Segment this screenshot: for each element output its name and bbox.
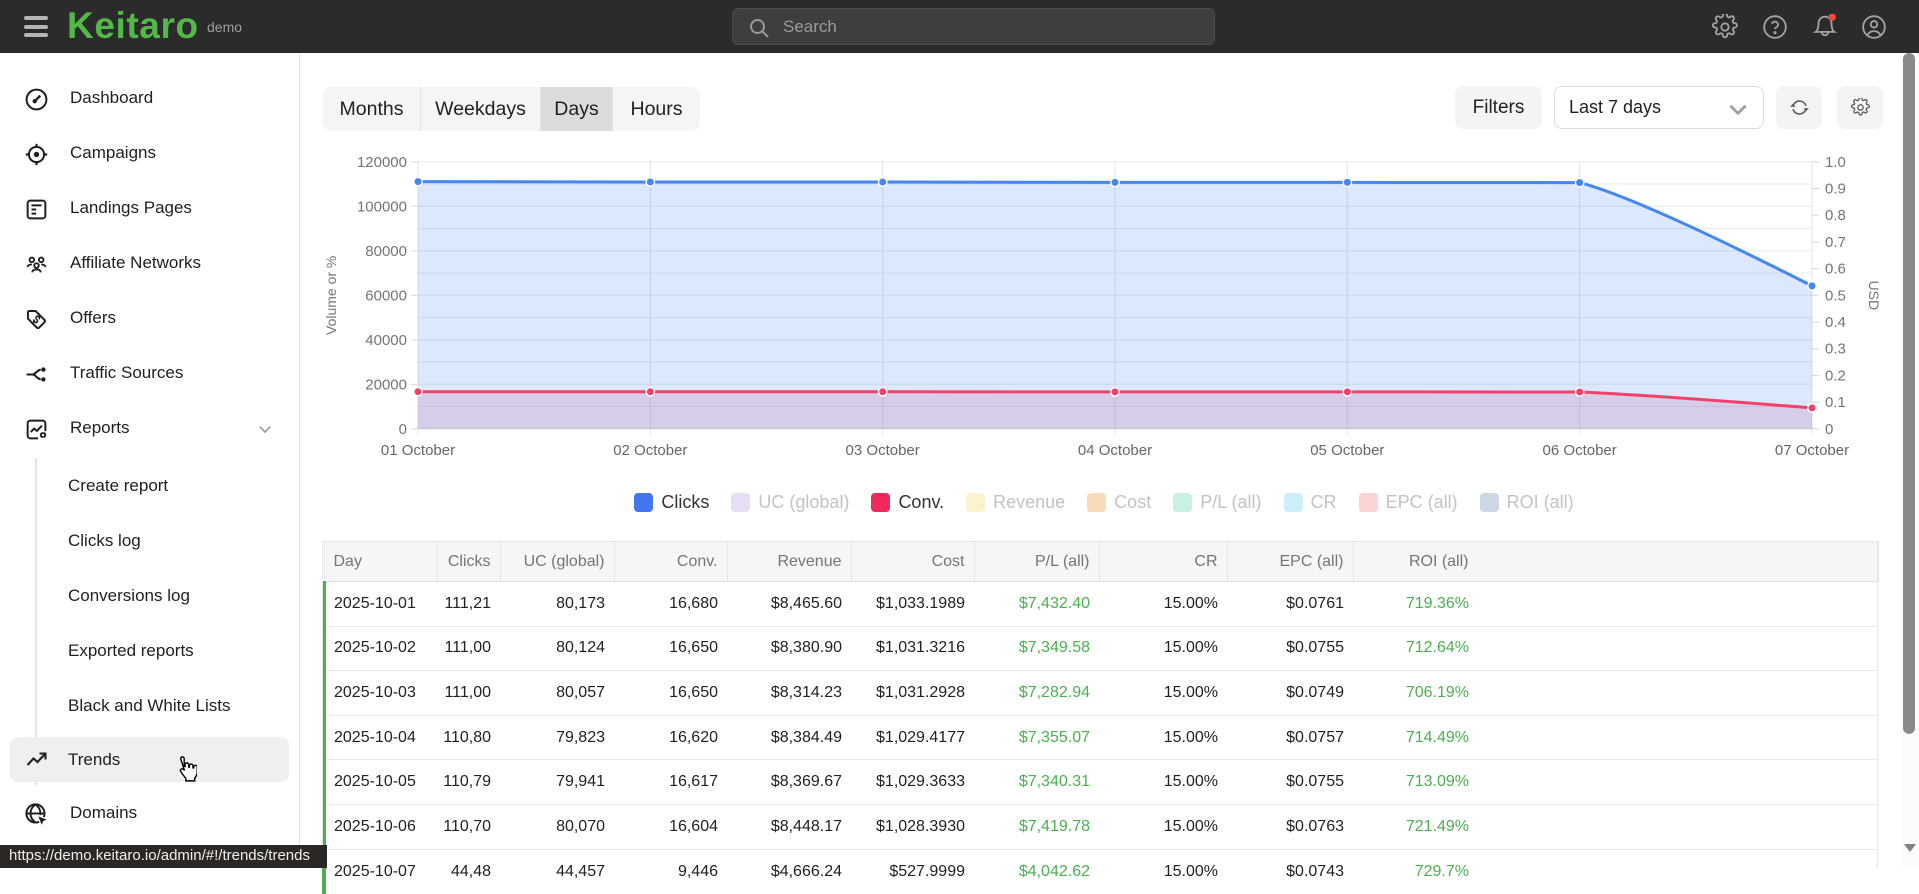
svg-text:40000: 40000 [365,332,407,349]
svg-text:0.6: 0.6 [1825,261,1846,278]
svg-text:20000: 20000 [365,376,407,393]
svg-text:1.0: 1.0 [1825,154,1846,171]
svg-text:60000: 60000 [365,287,407,304]
svg-text:0.2: 0.2 [1825,367,1846,384]
svg-text:0.5: 0.5 [1825,287,1846,304]
svg-text:0: 0 [1825,421,1833,438]
svg-text:06 October: 06 October [1543,442,1617,459]
svg-text:02 October: 02 October [613,442,687,459]
svg-text:USD: USD [1866,281,1882,311]
svg-text:120000: 120000 [357,154,407,171]
svg-text:0.9: 0.9 [1825,181,1846,198]
svg-text:0.1: 0.1 [1825,394,1846,411]
svg-text:05 October: 05 October [1310,442,1384,459]
svg-text:80000: 80000 [365,243,407,260]
svg-text:0.3: 0.3 [1825,341,1846,358]
svg-text:100000: 100000 [357,198,407,215]
svg-text:0.7: 0.7 [1825,234,1846,251]
svg-text:01 October: 01 October [381,442,455,459]
svg-text:03 October: 03 October [846,442,920,459]
svg-text:Volume or %: Volume or % [323,256,339,335]
svg-text:04 October: 04 October [1078,442,1152,459]
svg-text:0.8: 0.8 [1825,207,1846,224]
svg-text:0.4: 0.4 [1825,314,1846,331]
svg-text:07 October: 07 October [1775,442,1849,459]
svg-text:0: 0 [399,421,407,438]
